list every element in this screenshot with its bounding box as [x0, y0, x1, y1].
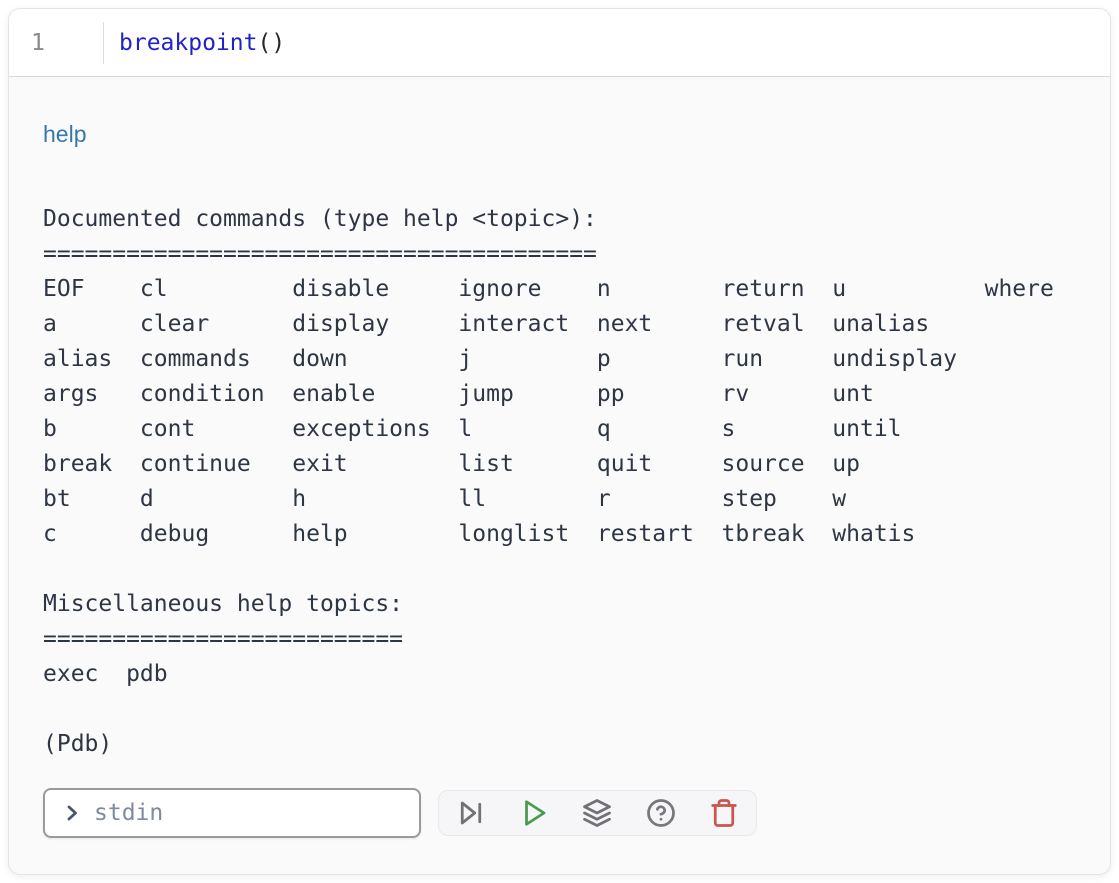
run-button[interactable]: [516, 795, 552, 831]
delete-button[interactable]: [706, 795, 742, 831]
chevron-right-icon: [61, 802, 83, 824]
code-token-builtin: breakpoint: [119, 30, 257, 56]
debugger-panel: 1 breakpoint() help Documented commands …: [8, 8, 1111, 875]
stdin-box[interactable]: [43, 788, 421, 838]
editor-gutter: 1: [9, 20, 104, 66]
question-circle-icon: [646, 798, 676, 828]
output-pre: Documented commands (type help <topic>):…: [43, 167, 1076, 762]
stdin-input[interactable]: [92, 799, 407, 827]
line-number: 1: [31, 30, 45, 56]
code-editor[interactable]: 1 breakpoint(): [9, 9, 1110, 77]
skip-forward-icon: [456, 798, 486, 828]
layers-button[interactable]: [579, 795, 615, 831]
code-token-punctuation: (): [257, 30, 285, 56]
terminal-output: help Documented commands (type help <top…: [9, 77, 1110, 874]
stdin-echo-text: help: [43, 119, 1076, 149]
trash-icon: [709, 798, 739, 828]
controls-row: [43, 788, 1076, 838]
layers-icon: [582, 798, 612, 828]
toolbar: [438, 790, 757, 836]
code-line[interactable]: breakpoint(): [104, 30, 285, 56]
help-button[interactable]: [643, 795, 679, 831]
skip-button[interactable]: [453, 795, 489, 831]
play-icon: [519, 798, 549, 828]
